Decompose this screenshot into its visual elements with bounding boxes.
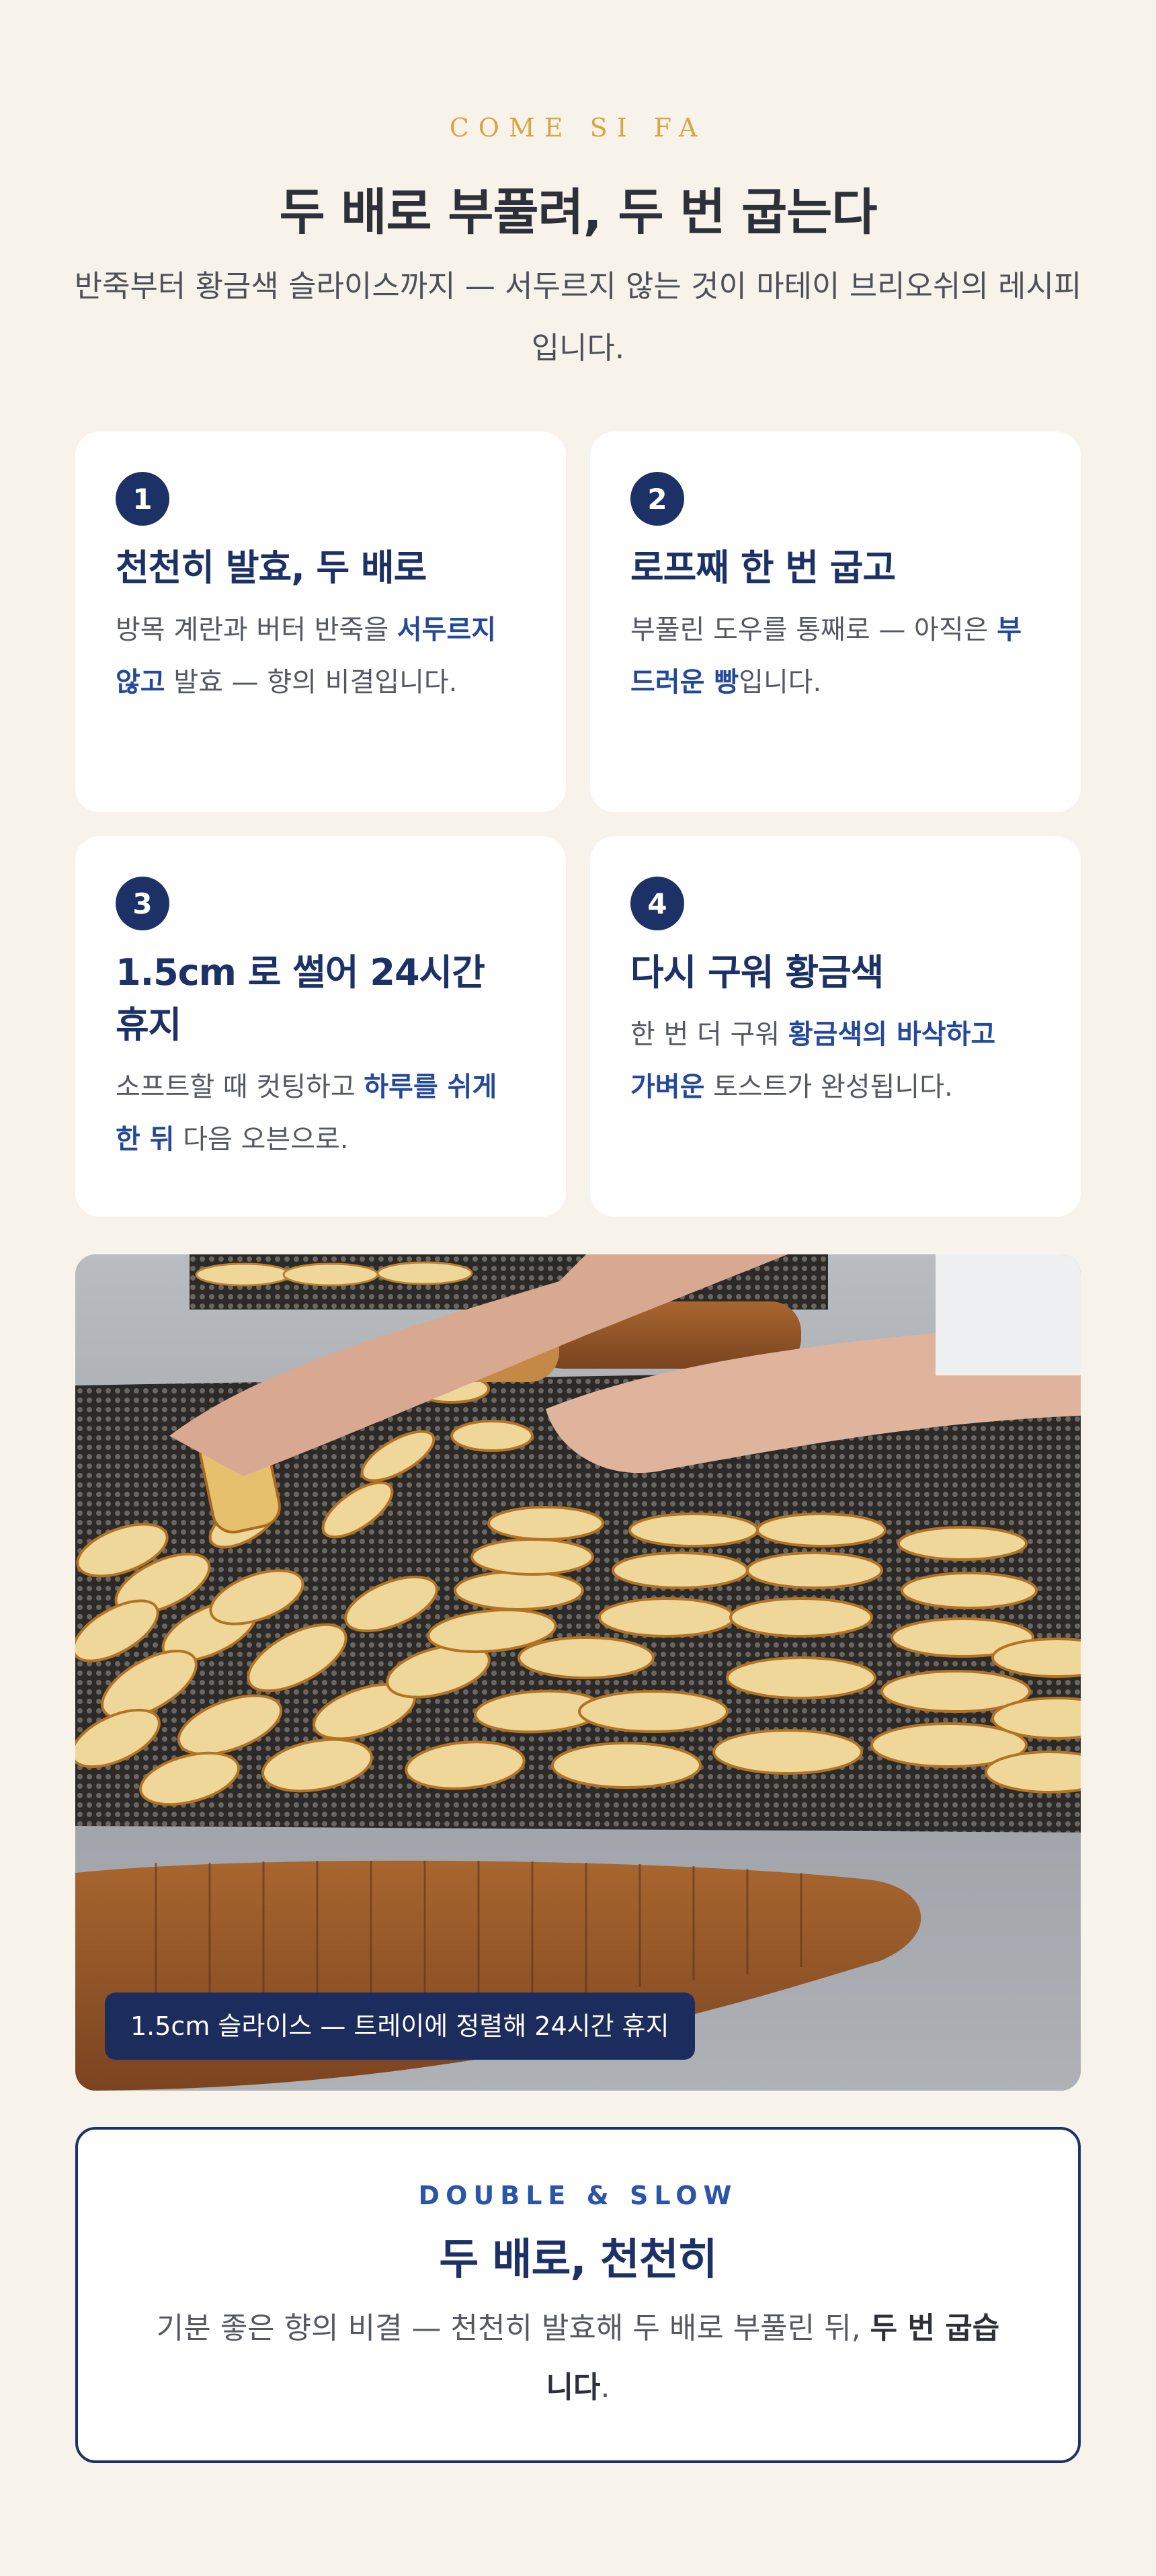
brioche-slices-photo: 1.5cm 슬라이스 — 트레이에 정렬해 24시간 휴지 (75, 1254, 1081, 2091)
step-number-badge: 4 (630, 877, 684, 930)
step-title: 로프째 한 번 굽고 (630, 547, 896, 589)
step-number-badge: 3 (116, 877, 169, 930)
step-description: 한 번 더 구워 황금색의 바삭하고 가벼운 토스트가 완성됩니다. (630, 1019, 996, 1102)
step-description: 부풀린 도우를 통째로 — 아직은 부드러운 빵입니다. (630, 614, 1022, 698)
summary-box: DOUBLE & SLOW 두 배로, 천천히 기분 좋은 향의 비결 — 천천… (75, 2127, 1081, 2463)
step-title: 다시 구워 황금색 (630, 951, 884, 994)
page: COME SI FA 두 배로 부풀려, 두 번 굽는다 반죽부터 황금색 슬라… (0, 0, 1156, 2576)
step-number-badge: 1 (116, 472, 169, 526)
summary-eyebrow: DOUBLE & SLOW (418, 2181, 738, 2210)
section-eyebrow: COME SI FA (449, 113, 707, 143)
step-description: 소프트할 때 컷팅하고 하루를 쉬게 한 뒤 다음 오븐으로. (116, 1072, 497, 1155)
step-description: 방목 계란과 버터 반죽을 서두르지 않고 발효 — 향의 비결입니다. (116, 614, 497, 698)
step-card-2: 2 로프째 한 번 굽고 부풀린 도우를 통째로 — 아직은 부드러운 빵입니다… (590, 432, 1081, 812)
section-lead: 반죽부터 황금색 슬라이스까지 — 서두르지 않는 것이 마테이 브리오쉬의 레… (74, 268, 1082, 366)
step-card-1: 1 천천히 발효, 두 배로 방목 계란과 버터 반죽을 서두르지 않고 발효 … (75, 432, 566, 812)
step-card-3: 3 1.5cm 로 썰어 24시간 휴지 소프트할 때 컷팅하고 하루를 쉬게 … (75, 836, 566, 1217)
photo-illustration (75, 1254, 1081, 2091)
step-card-4: 4 다시 구워 황금색 한 번 더 구워 황금색의 바삭하고 가벼운 토스트가 … (590, 836, 1081, 1217)
photo-caption: 1.5cm 슬라이스 — 트레이에 정렬해 24시간 휴지 (105, 1993, 695, 2060)
step-title: 1.5cm 로 썰어 24시간 휴지 (116, 951, 485, 1046)
summary-title: 두 배로, 천천히 (439, 2235, 717, 2285)
step-title: 천천히 발효, 두 배로 (116, 547, 427, 589)
section-title: 두 배로 부풀려, 두 번 굽는다 (279, 184, 878, 241)
summary-text: 기분 좋은 향의 비결 — 천천히 발효해 두 배로 부풀린 뒤, 두 번 굽습… (156, 2311, 1000, 2405)
step-number-badge: 2 (630, 472, 684, 526)
